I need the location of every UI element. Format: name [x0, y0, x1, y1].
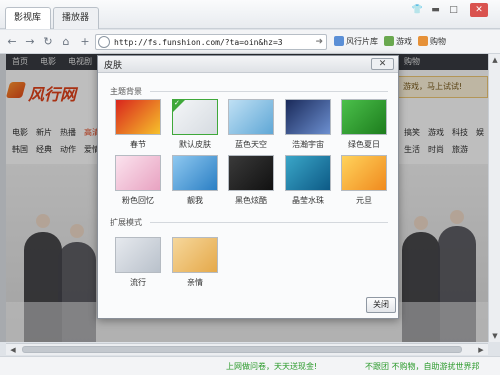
skin-label: 黑色炫酷 — [235, 196, 267, 205]
favorite-library[interactable]: 风行片库 — [334, 35, 378, 49]
skin-thumbnail[interactable] — [228, 99, 274, 135]
dialog-title: 皮肤 — [104, 61, 123, 71]
tab-library[interactable]: 影视库 — [5, 7, 51, 29]
skin-label: 默认皮肤 — [179, 140, 211, 149]
favorite-label: 游戏 — [396, 37, 412, 46]
forward-arrow-icon[interactable]: → — [22, 34, 38, 50]
skin-label: 靓我 — [187, 196, 203, 205]
skin-label: 晶莹水珠 — [292, 196, 324, 205]
skin-thumbnail[interactable] — [115, 237, 161, 273]
status-ad-left[interactable]: 上网做问卷，天天送现金! — [226, 361, 317, 372]
navigation-bar: ← → ↻ ⌂ + http://fs.funshion.com/?ta=oin… — [0, 30, 500, 54]
address-url[interactable]: http://fs.funshion.com/?ta=oin&hz=3 — [114, 36, 283, 49]
close-icon[interactable]: ✕ — [470, 3, 488, 17]
horizontal-scrollbar[interactable]: ◀ ▶ — [6, 343, 488, 355]
section-title-theme: 主题背景 — [110, 87, 142, 96]
globe-icon — [98, 36, 110, 48]
section-divider — [150, 222, 388, 223]
skin-thumbnail[interactable] — [172, 155, 218, 191]
close-dialog-button[interactable]: 关闭 — [366, 297, 396, 313]
skin-thumbnail[interactable] — [285, 99, 331, 135]
refresh-icon[interactable]: ↻ — [40, 34, 56, 50]
skin-thumbnail[interactable] — [341, 99, 387, 135]
scroll-up-icon[interactable]: ▲ — [490, 55, 500, 65]
scrollbar-thumb[interactable] — [22, 346, 462, 353]
gamepad-icon — [384, 36, 394, 46]
skin-label: 蓝色天空 — [235, 140, 267, 149]
scroll-right-icon[interactable]: ▶ — [476, 345, 486, 355]
favorite-games[interactable]: 游戏 — [384, 35, 412, 49]
scroll-left-icon[interactable]: ◀ — [8, 345, 18, 355]
address-bar[interactable]: http://fs.funshion.com/?ta=oin&hz=3 ➜ — [95, 34, 327, 50]
skin-label: 粉色回忆 — [122, 196, 154, 205]
skin-label: 绿色夏日 — [348, 140, 380, 149]
home-icon[interactable]: ⌂ — [58, 34, 74, 50]
close-icon[interactable]: ✕ — [371, 58, 394, 70]
skin-thumbnail[interactable] — [115, 155, 161, 191]
bag-icon — [418, 36, 428, 46]
skin-thumbnail[interactable] — [285, 155, 331, 191]
status-bar: 上网做问卷，天天送现金! 不跟团 不购物，自助游扰世界邦 — [0, 356, 500, 375]
section-title-extend: 扩展模式 — [110, 218, 142, 227]
skin-label: 浩瀚宇宙 — [292, 140, 324, 149]
skin-dialog: 皮肤 ✕ 主题背景 春节 ✓ 默认皮肤 蓝色天空 浩瀚宇宙 绿色夏日粉色回忆 靓我 黑色炫酷 晶… — [97, 55, 399, 319]
maximize-icon[interactable]: □ — [446, 3, 461, 17]
title-bar: 影视库 播放器 👕 ▬ □ ✕ — [0, 0, 500, 29]
tab-player[interactable]: 播放器 — [53, 7, 99, 29]
skin-label: 亲情 — [187, 278, 203, 287]
skin-label: 春节 — [130, 140, 146, 149]
skin-label: 流行 — [130, 278, 146, 287]
dialog-titlebar: 皮肤 ✕ — [98, 56, 398, 73]
status-ad-right[interactable]: 不跟团 不购物，自助游扰世界邦 — [365, 361, 480, 372]
minimize-icon[interactable]: ▬ — [428, 3, 443, 17]
skin-thumbnail[interactable] — [341, 155, 387, 191]
favorite-shopping[interactable]: 购物 — [418, 35, 446, 49]
scroll-down-icon[interactable]: ▼ — [490, 331, 500, 341]
plus-icon[interactable]: + — [77, 34, 93, 50]
skin-label: 元旦 — [356, 196, 372, 205]
check-mark-icon: ✓ — [174, 99, 180, 107]
favorite-label: 购物 — [430, 37, 446, 46]
favorite-label: 风行片库 — [346, 37, 378, 46]
shirt-icon[interactable]: 👕 — [410, 3, 425, 17]
skin-thumbnail[interactable] — [115, 99, 161, 135]
back-arrow-icon[interactable]: ← — [4, 34, 20, 50]
go-arrow-icon[interactable]: ➜ — [315, 36, 323, 49]
skin-thumbnail[interactable] — [228, 155, 274, 191]
section-divider — [150, 91, 388, 92]
grid-icon — [334, 36, 344, 46]
vertical-scrollbar[interactable]: ▲ ▼ — [488, 54, 500, 342]
skin-thumbnail[interactable]: ✓ — [172, 99, 218, 135]
skin-thumbnail[interactable] — [172, 237, 218, 273]
